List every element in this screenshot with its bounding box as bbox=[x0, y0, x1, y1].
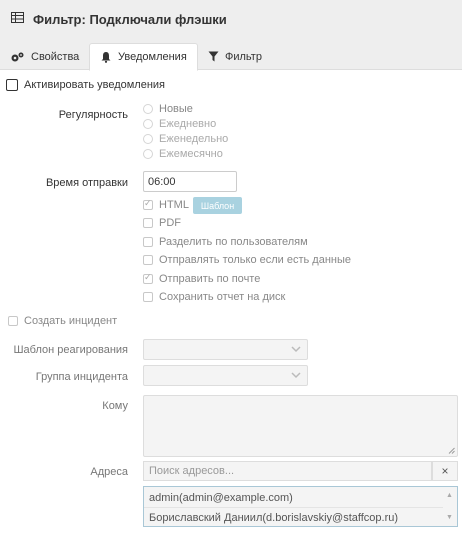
clear-search-button[interactable]: × bbox=[432, 461, 458, 481]
addresses-label: Адреса bbox=[90, 466, 128, 478]
to-label: Кому bbox=[102, 400, 128, 412]
incident-group-select[interactable] bbox=[143, 365, 308, 386]
tab-filter[interactable]: Фильтр bbox=[198, 43, 272, 70]
pdf-label: PDF bbox=[159, 217, 181, 229]
send-time-label: Время отправки bbox=[45, 177, 128, 189]
list-divider bbox=[144, 507, 443, 508]
chevron-down-icon bbox=[291, 346, 301, 353]
notifications-panel: Активировать уведомления Регулярность Но… bbox=[0, 71, 462, 536]
send-by-mail-checkbox[interactable] bbox=[143, 272, 153, 284]
list-item[interactable]: Бориславский Даниил(d.borislavskiy@staff… bbox=[149, 512, 398, 524]
send-only-if-data-checkbox[interactable] bbox=[143, 255, 153, 265]
regularity-option-daily[interactable]: Ежедневно bbox=[143, 118, 216, 130]
page-title: Фильтр: Подключали флэшки bbox=[33, 12, 227, 27]
regularity-option-new[interactable]: Новые bbox=[143, 103, 193, 115]
tab-label: Свойства bbox=[31, 50, 80, 63]
to-textarea[interactable] bbox=[143, 395, 458, 457]
activate-notifications-label: Активировать уведомления bbox=[24, 79, 166, 91]
send-time-input[interactable]: 06:00 bbox=[143, 171, 237, 192]
radio-button[interactable] bbox=[143, 134, 153, 144]
tab-bar: Свойства Уведомления Фильтр bbox=[0, 40, 462, 71]
scroll-down-icon[interactable]: ▼ bbox=[446, 514, 453, 521]
html-checkbox[interactable] bbox=[143, 198, 153, 210]
close-icon: × bbox=[441, 464, 449, 478]
address-search-placeholder: Поиск адресов... bbox=[149, 465, 235, 477]
pdf-checkbox[interactable] bbox=[143, 218, 153, 228]
split-by-users[interactable]: Разделить по пользователям bbox=[143, 236, 308, 248]
send-time-value: 06:00 bbox=[148, 175, 176, 188]
split-by-users-label: Разделить по пользователям bbox=[159, 236, 308, 248]
regularity-label: Регулярность bbox=[58, 109, 128, 121]
option-label: Ежедневно bbox=[159, 118, 217, 130]
option-label: Ежемесячно bbox=[159, 148, 223, 160]
bell-icon bbox=[101, 52, 111, 63]
address-search-input[interactable]: Поиск адресов... bbox=[143, 461, 432, 481]
response-template-select[interactable] bbox=[143, 339, 308, 360]
table-icon bbox=[11, 12, 24, 23]
radio-button[interactable] bbox=[143, 119, 153, 129]
create-incident-checkbox[interactable] bbox=[8, 316, 18, 326]
dialog-header: Фильтр: Подключали флэшки bbox=[0, 0, 462, 40]
option-label: Новые bbox=[159, 103, 193, 115]
activate-notifications-checkbox[interactable] bbox=[6, 79, 18, 91]
funnel-icon bbox=[208, 51, 219, 62]
radio-button[interactable] bbox=[143, 149, 153, 159]
format-pdf[interactable]: PDF bbox=[143, 217, 181, 229]
radio-button[interactable] bbox=[143, 104, 153, 114]
scrollbar[interactable]: ▲ ▼ bbox=[443, 487, 457, 526]
save-to-disk-label: Сохранить отчет на диск bbox=[159, 291, 286, 303]
tab-notifications[interactable]: Уведомления bbox=[89, 43, 198, 71]
list-item[interactable]: admin(admin@example.com) bbox=[149, 492, 293, 504]
resize-grip-icon[interactable] bbox=[448, 447, 455, 454]
send-by-mail-label: Отправить по почте bbox=[159, 273, 261, 285]
option-label: Еженедельно bbox=[159, 133, 229, 145]
address-listbox[interactable]: admin(admin@example.com) Бориславский Да… bbox=[143, 486, 458, 527]
tab-label: Фильтр bbox=[225, 50, 262, 63]
regularity-option-monthly[interactable]: Ежемесячно bbox=[143, 148, 223, 160]
format-html[interactable]: HTML bbox=[143, 198, 189, 211]
tab-properties[interactable]: Свойства bbox=[0, 43, 89, 70]
activate-notifications[interactable]: Активировать уведомления bbox=[6, 79, 165, 91]
create-incident[interactable]: Создать инцидент bbox=[8, 315, 117, 327]
template-button[interactable]: Шаблон bbox=[193, 197, 242, 214]
gears-icon bbox=[11, 52, 24, 61]
scroll-up-icon[interactable]: ▲ bbox=[446, 492, 453, 499]
chevron-down-icon bbox=[291, 372, 301, 379]
tab-label: Уведомления bbox=[118, 51, 187, 63]
save-to-disk[interactable]: Сохранить отчет на диск bbox=[143, 291, 285, 303]
send-by-mail[interactable]: Отправить по почте bbox=[143, 272, 261, 285]
html-label: HTML bbox=[159, 199, 189, 211]
create-incident-label: Создать инцидент bbox=[24, 315, 118, 327]
save-to-disk-checkbox[interactable] bbox=[143, 292, 153, 302]
send-only-if-data-label: Отправлять только если есть данные bbox=[159, 254, 352, 266]
response-template-label: Шаблон реагирования bbox=[13, 344, 128, 356]
send-only-if-data[interactable]: Отправлять только если есть данные bbox=[143, 254, 351, 266]
regularity-option-weekly[interactable]: Еженедельно bbox=[143, 133, 228, 145]
split-by-users-checkbox[interactable] bbox=[143, 237, 153, 247]
incident-group-label: Группа инцидента bbox=[35, 371, 128, 383]
